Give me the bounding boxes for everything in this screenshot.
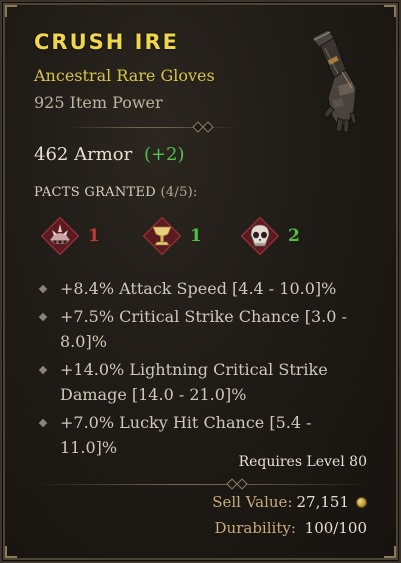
affix-text: +7.0% Lucky Hit Chance [5.4 - 11.0]% bbox=[60, 413, 312, 457]
item-tooltip: CRUSH IRE Ancestral Rare Gloves 925 Item… bbox=[0, 0, 401, 563]
pacts-header: PACTS GRANTED (4/5): bbox=[34, 185, 198, 200]
durability-label: Durability: bbox=[214, 519, 296, 537]
chalice-icon bbox=[142, 216, 182, 256]
pact-ferocity-chalice: 1 bbox=[140, 214, 202, 258]
pacts-title: PACTS GRANTED bbox=[34, 185, 157, 200]
section-divider bbox=[66, 121, 236, 133]
armor-stat: 462 Armor (+2) bbox=[34, 144, 185, 165]
pact-divine-spiked: 1 bbox=[38, 214, 100, 258]
affix-row: +8.4% Attack Speed [4.4 - 10.0]% bbox=[38, 276, 368, 301]
frame-corner bbox=[5, 546, 17, 558]
pact-count: 2 bbox=[288, 226, 300, 246]
affix-list: +8.4% Attack Speed [4.4 - 10.0]% +7.5% C… bbox=[38, 276, 368, 463]
pact-count: 1 bbox=[190, 226, 202, 246]
affix-row: +14.0% Lightning Critical Strike Damage … bbox=[38, 357, 368, 407]
section-divider bbox=[32, 478, 372, 490]
required-level: Requires Level 80 bbox=[238, 454, 367, 470]
sell-amount: 27,151 bbox=[296, 493, 350, 511]
durability: Durability: 100/100 bbox=[215, 519, 367, 537]
frame-corner bbox=[5, 5, 17, 17]
durability-value: 100/100 bbox=[304, 519, 367, 537]
diamond-bullet-icon bbox=[38, 312, 48, 322]
pact-count: 1 bbox=[88, 226, 100, 246]
affix-text: +14.0% Lightning Critical Strike Damage … bbox=[60, 360, 328, 404]
affix-row: +7.5% Critical Strike Chance [3.0 - 8.0]… bbox=[38, 304, 368, 354]
affix-text: +7.5% Critical Strike Chance [3.0 - 8.0]… bbox=[60, 307, 347, 351]
frame-corner bbox=[384, 546, 396, 558]
gold-coin-icon bbox=[356, 496, 367, 508]
armor-bonus: (+2) bbox=[143, 144, 185, 165]
diamond-bullet-icon bbox=[38, 284, 48, 294]
diamond-bullet-icon bbox=[38, 418, 48, 428]
frame-corner bbox=[384, 5, 396, 17]
item-type: Ancestral Rare Gloves bbox=[34, 66, 215, 85]
affix-text: +8.4% Attack Speed [4.4 - 10.0]% bbox=[60, 279, 337, 298]
item-power: 925 Item Power bbox=[34, 93, 163, 112]
sell-value: Sell Value: 27,151 bbox=[212, 493, 367, 511]
gauntlet-glove-icon bbox=[294, 26, 374, 136]
sell-label: Sell Value: bbox=[212, 493, 293, 511]
spiked-shell-icon bbox=[40, 216, 80, 256]
pacts-count: (4/5): bbox=[160, 185, 198, 200]
diamond-bullet-icon bbox=[38, 365, 48, 375]
skull-icon bbox=[240, 216, 280, 256]
affix-row: +7.0% Lucky Hit Chance [5.4 - 11.0]% bbox=[38, 410, 368, 460]
armor-value: 462 Armor bbox=[34, 144, 133, 165]
pact-eternity-skull: 2 bbox=[238, 214, 300, 258]
item-name: CRUSH IRE bbox=[34, 30, 179, 54]
